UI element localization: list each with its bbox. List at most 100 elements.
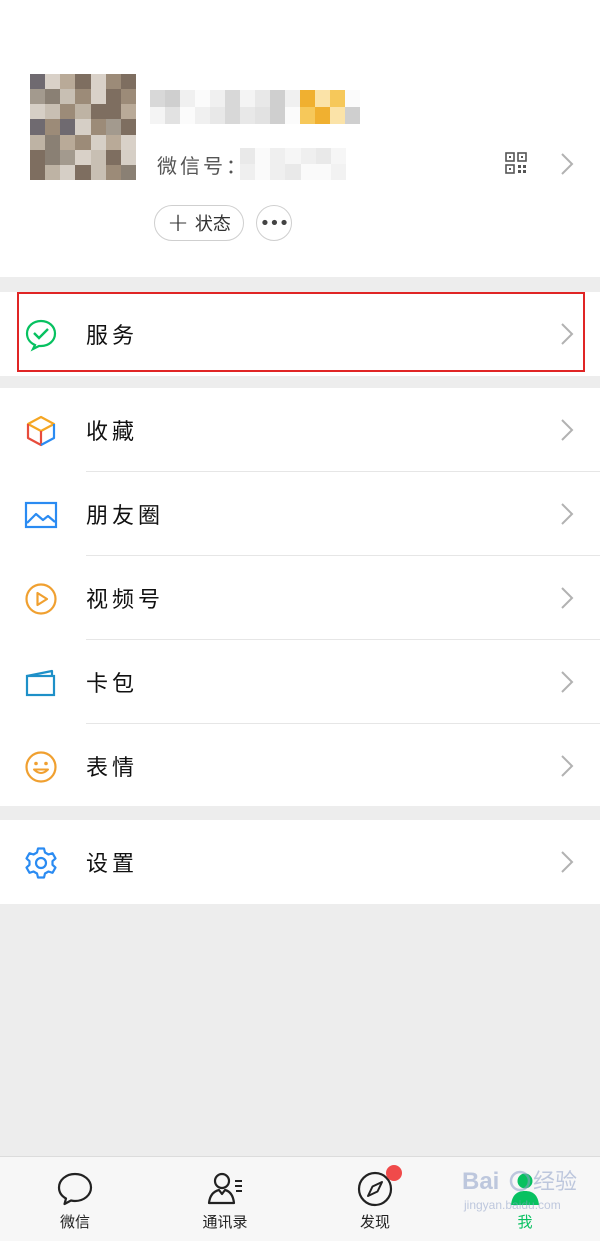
mosaic-cell xyxy=(120,149,136,165)
mosaic-cell xyxy=(60,74,76,90)
mosaic-cell xyxy=(270,107,285,124)
profile-header[interactable]: 微信号： + 状态 ••• xyxy=(0,0,600,277)
mosaic-cell xyxy=(270,164,286,180)
menu-item-settings[interactable]: 设置 xyxy=(0,820,600,904)
menu-item-favorites[interactable]: 收藏 xyxy=(0,388,600,472)
mosaic-cell xyxy=(60,89,76,105)
mosaic-cell xyxy=(330,90,345,107)
main-menu-group: 收藏 朋友圈 视频号 卡包 表情 xyxy=(0,388,600,806)
mosaic-cell xyxy=(240,107,255,124)
menu-item-channels[interactable]: 视频号 xyxy=(0,556,600,640)
mosaic-cell xyxy=(240,164,256,180)
mosaic-cell xyxy=(90,89,106,105)
notification-badge xyxy=(386,1165,402,1181)
mosaic-cell xyxy=(60,134,76,150)
tab-contacts[interactable]: 通讯录 xyxy=(150,1157,300,1241)
mosaic-cell xyxy=(195,90,210,107)
plus-icon: + xyxy=(167,208,189,238)
menu-item-services[interactable]: 服务 xyxy=(0,292,600,376)
mosaic-cell xyxy=(105,164,121,180)
mosaic-cell xyxy=(120,74,136,90)
qr-code-icon[interactable] xyxy=(505,152,527,174)
mosaic-cell xyxy=(315,164,331,180)
menu-label-services: 服务 xyxy=(86,324,139,349)
settings-group: 设置 xyxy=(0,820,600,904)
wechat-id-label: 微信号： xyxy=(157,154,249,178)
chevron-right-icon xyxy=(561,419,574,441)
mosaic-cell xyxy=(45,74,61,90)
chevron-right-icon xyxy=(561,587,574,609)
contacts-icon xyxy=(207,1172,242,1205)
add-status-button[interactable]: + 状态 xyxy=(154,205,244,241)
mosaic-cell xyxy=(90,149,106,165)
mosaic-cell xyxy=(300,90,315,107)
mosaic-cell xyxy=(45,104,61,120)
mosaic-cell xyxy=(195,107,210,124)
tab-chats[interactable]: 微信 xyxy=(0,1157,150,1241)
chevron-right-icon xyxy=(561,755,574,777)
avatar[interactable] xyxy=(30,74,136,180)
mosaic-cell xyxy=(225,90,240,107)
channels-icon xyxy=(25,583,57,615)
menu-item-cards[interactable]: 卡包 xyxy=(0,640,600,724)
mosaic-cell xyxy=(120,119,136,135)
mosaic-cell xyxy=(75,119,91,135)
mosaic-cell xyxy=(120,164,136,180)
mosaic-cell xyxy=(180,107,195,124)
settings-icon xyxy=(25,847,57,879)
cards-icon xyxy=(25,669,56,697)
chevron-right-icon[interactable] xyxy=(560,152,574,176)
chevron-right-icon xyxy=(561,323,574,345)
mosaic-cell xyxy=(90,164,106,180)
watermark-logo: Bai 经验 jingyan.baidu.com xyxy=(462,1168,577,1212)
menu-label-settings: 设置 xyxy=(86,852,139,877)
menu-item-moments[interactable]: 朋友圈 xyxy=(0,472,600,556)
mosaic-cell xyxy=(315,90,330,107)
mosaic-cell xyxy=(75,89,91,105)
mosaic-cell xyxy=(285,107,300,124)
menu-item-stickers[interactable]: 表情 xyxy=(0,724,600,808)
more-button[interactable]: ••• xyxy=(256,205,292,241)
mosaic-cell xyxy=(120,134,136,150)
bottom-tab-bar: 微信 通讯录 发现 我 Bai 经验 jingyan.baidu.com xyxy=(0,1156,600,1241)
mosaic-cell xyxy=(315,148,331,164)
menu-label-moments: 朋友圈 xyxy=(86,504,165,529)
mosaic-cell xyxy=(45,89,61,105)
services-group: 服务 xyxy=(0,292,600,376)
mosaic-cell xyxy=(30,149,46,165)
services-icon xyxy=(25,319,57,352)
mosaic-cell xyxy=(270,148,286,164)
tab-discover[interactable]: 发现 xyxy=(300,1157,450,1241)
mosaic-cell xyxy=(30,89,46,105)
mosaic-cell xyxy=(300,164,316,180)
chevron-right-icon xyxy=(561,671,574,693)
moments-icon xyxy=(24,501,58,529)
mosaic-cell xyxy=(75,74,91,90)
mosaic-cell xyxy=(105,74,121,90)
mosaic-cell xyxy=(45,164,61,180)
chat-bubble-icon xyxy=(57,1172,93,1206)
mosaic-cell xyxy=(330,107,345,124)
mosaic-cell xyxy=(165,107,180,124)
svg-text:经验: 经验 xyxy=(533,1169,577,1194)
nickname xyxy=(150,90,360,124)
mosaic-cell xyxy=(285,164,301,180)
menu-label-favorites: 收藏 xyxy=(86,420,139,445)
mosaic-cell xyxy=(45,149,61,165)
wechat-id-value xyxy=(240,148,346,180)
mosaic-cell xyxy=(120,104,136,120)
tab-label-contacts: 通讯录 xyxy=(202,1213,248,1231)
mosaic-cell xyxy=(255,148,271,164)
mosaic-cell xyxy=(240,90,255,107)
mosaic-cell xyxy=(90,119,106,135)
stickers-icon xyxy=(25,751,57,783)
mosaic-cell xyxy=(30,104,46,120)
mosaic-cell xyxy=(255,107,270,124)
mosaic-cell xyxy=(300,148,316,164)
mosaic-cell xyxy=(315,107,330,124)
mosaic-cell xyxy=(30,74,46,90)
mosaic-cell xyxy=(210,107,225,124)
tab-label-chats: 微信 xyxy=(59,1213,90,1231)
mosaic-cell xyxy=(345,107,360,124)
mosaic-cell xyxy=(210,90,225,107)
